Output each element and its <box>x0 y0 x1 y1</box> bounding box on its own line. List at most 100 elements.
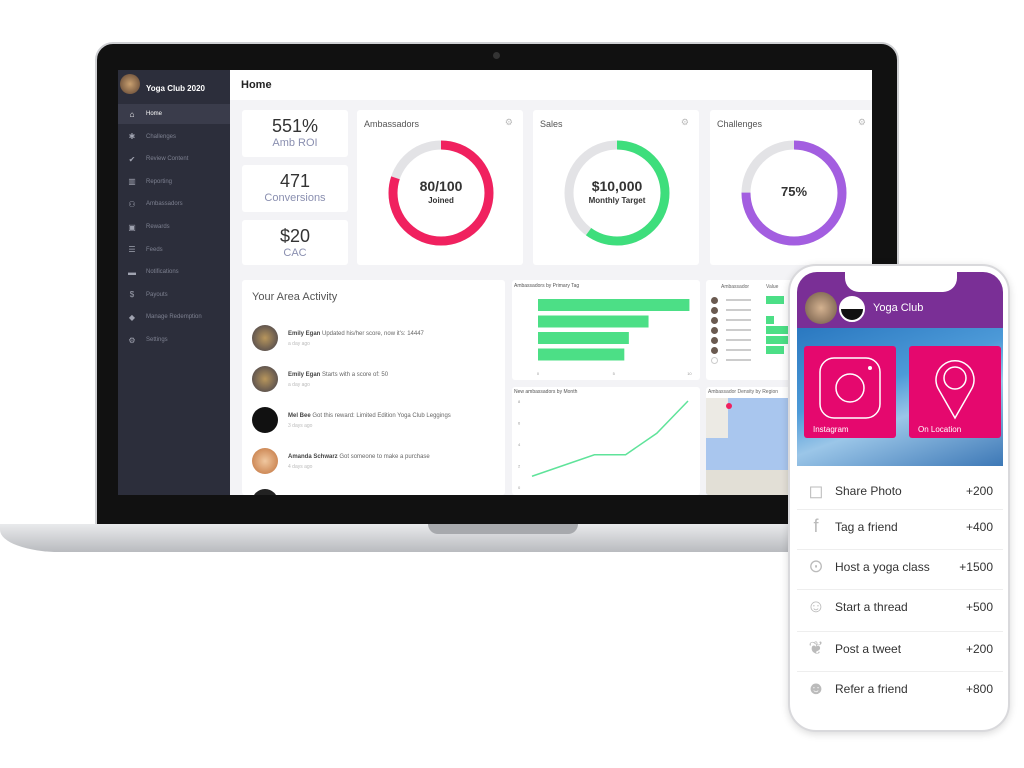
phone-title: Yoga Club <box>873 302 924 314</box>
y-tick-label: 8 <box>518 399 521 404</box>
reddit-icon: ☺ <box>806 596 826 616</box>
action-label: Refer a friend <box>835 681 908 696</box>
bar-chart-icon: ▥ <box>128 177 136 187</box>
map-land <box>706 398 728 438</box>
action-label: Tag a friend <box>835 519 898 534</box>
sidebar-item-label: Reporting <box>146 178 173 185</box>
activity-item[interactable] <box>252 489 497 495</box>
activity-item[interactable]: Emily Egan Updated his/her score, now it… <box>252 325 497 351</box>
sidebar-item-label: Rewards <box>146 224 170 230</box>
kpi-label: CAC <box>283 247 307 259</box>
users-icon: ⚇ <box>128 199 136 209</box>
bar <box>538 348 625 361</box>
bar <box>538 332 629 344</box>
phone-notch <box>845 272 957 292</box>
action-refer-a-friend[interactable]: ☻ Refer a friend +800 <box>797 671 1003 705</box>
sidebar-item-reporting[interactable]: ▥ Reporting <box>118 172 230 192</box>
ambassador-name <box>726 319 751 321</box>
line-series <box>531 400 689 477</box>
action-post-a-tweet[interactable]: ❦ Post a tweet +200 <box>797 631 1003 665</box>
y-tick-label: 6 <box>518 421 521 426</box>
activity-item[interactable]: Emily Egan Starts with a score of: 50 a d… <box>252 366 497 392</box>
action-points: +800 <box>965 681 993 696</box>
avatar <box>252 366 278 392</box>
map[interactable] <box>706 398 796 495</box>
kpi-card-cac: $20 CAC <box>242 220 348 265</box>
activity-text: Got someone to make a purchase <box>339 454 430 460</box>
club-photo <box>805 292 837 324</box>
sidebar-item-label: Ambassadors <box>146 201 183 208</box>
avatar <box>711 327 718 334</box>
action-label: Start a thread <box>835 599 908 614</box>
activity-user: Amanda Schwarz <box>288 454 338 460</box>
sidebar-item-challenges[interactable]: ✱ Challenges <box>118 127 230 147</box>
sidebar-item-label: Payouts <box>146 291 168 298</box>
kpi-label: Conversions <box>264 192 326 204</box>
avatar <box>711 307 718 314</box>
donut-label: Joined <box>428 196 454 205</box>
gear-icon: ⚙ <box>128 335 136 345</box>
sidebar-item-settings[interactable]: ⚙ Settings <box>118 330 230 350</box>
donut-card-sales: Sales ⚙ $10,000 Monthly Target <box>533 110 699 265</box>
activity-text: Updated his/her score, now it's: 14447 <box>322 331 424 337</box>
avatar <box>252 407 278 433</box>
activity-item[interactable]: Mel Bee Got this reward: Limited Edition… <box>252 407 497 433</box>
x-tick-label: 5 <box>613 371 616 376</box>
line-chart: 0 2 4 6 8 <box>518 399 689 490</box>
sidebar-item-label: Review Content <box>146 156 189 163</box>
puzzle-icon: ✱ <box>128 132 136 142</box>
sidebar-item-notifications[interactable]: ▬ Notifications <box>118 262 230 282</box>
instagram-tile[interactable]: Instagram <box>804 346 896 438</box>
ambassador-name <box>726 359 751 361</box>
on-location-tile[interactable]: On Location <box>909 346 1001 438</box>
action-share-photo[interactable]: ◻ Share Photo +200 <box>797 474 1003 508</box>
action-points: +400 <box>965 519 993 534</box>
avatar <box>252 325 278 351</box>
sidebar-item-home[interactable]: ⌂ Home <box>118 104 230 124</box>
sidebar-item-label: Home <box>146 111 163 117</box>
x-tick-label: 10 <box>687 371 692 376</box>
sidebar-item-feeds[interactable]: ☰ Feeds <box>118 240 230 260</box>
club-name: Yoga Club 2020 <box>146 84 205 93</box>
sidebar-item-payouts[interactable]: $ Payouts <box>118 285 230 305</box>
ambassador-name <box>726 329 751 331</box>
activity-item[interactable]: Amanda Schwarz Got someone to make a pur… <box>252 448 497 474</box>
activity-title: Your Area Activity <box>252 291 338 303</box>
action-label: Post a tweet <box>835 641 902 656</box>
sidebar-item-ambassadors[interactable]: ⚇ Ambassadors <box>118 194 230 214</box>
dollar-icon: $ <box>129 290 135 300</box>
y-tick-label: 0 <box>518 485 521 490</box>
sidebar-item-review-content[interactable]: ✔ Review Content <box>118 149 230 169</box>
page-title: Home <box>230 70 872 100</box>
donut-card-challenges: Challenges ⚙ 75% <box>710 110 872 265</box>
ambassador-table: Ambassador Value <box>706 280 796 380</box>
sidebar-item-manage-redemption[interactable]: ◆ Manage Redemption <box>118 307 230 327</box>
action-points: +200 <box>965 484 993 498</box>
avatar <box>711 297 718 304</box>
avatar <box>252 489 278 495</box>
line-chart-card: New ambassadors by Month 02468 <box>512 387 700 495</box>
check-circle-icon: ✔ <box>128 154 136 164</box>
map-card: Ambassador Density by Region <box>706 387 796 495</box>
activity-time: 4 days ago <box>288 464 313 470</box>
feed-icon: ☰ <box>128 245 136 255</box>
value-bar <box>766 346 784 354</box>
tile-label: Instagram <box>813 425 849 434</box>
x-tick-label: 0 <box>537 371 540 376</box>
ambassador-name <box>726 299 751 301</box>
kpi-label: Amb ROI <box>272 137 318 149</box>
sidebar-item-rewards[interactable]: ▣ Rewards <box>118 217 230 237</box>
tag-icon: ◆ <box>128 312 136 322</box>
avatar <box>711 347 718 354</box>
avatar <box>711 337 718 344</box>
map-marker <box>726 403 732 409</box>
value-bar <box>766 296 784 304</box>
sidebar-item-label: Challenges <box>146 133 177 140</box>
ambassador-name <box>726 339 751 341</box>
sidebar-item-label: Settings <box>146 337 168 343</box>
action-start-a-thread[interactable]: ☺ Start a thread +500 <box>797 589 1003 623</box>
action-tag-a-friend[interactable]: f Tag a friend +400 <box>797 509 1003 543</box>
activity-user: Emily Egan <box>288 331 321 337</box>
action-host-a-yoga-class[interactable]: ⊙ Host a yoga class +1500 <box>797 549 1003 583</box>
avatar <box>711 317 718 324</box>
